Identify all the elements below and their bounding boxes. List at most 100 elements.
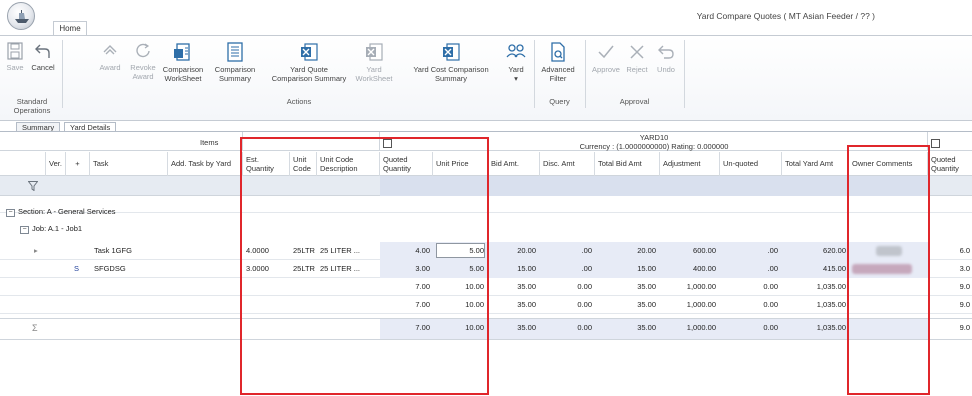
cell-task[interactable]: SFGDSG (94, 260, 168, 278)
subtotal-un-quoted: 0.00 (763, 282, 778, 291)
total-bid-amt: 35.00 (517, 323, 536, 332)
cancel-button[interactable]: Cancel (30, 42, 56, 72)
award-button[interactable]: Award (96, 42, 124, 72)
cell-un-quoted: .00 (767, 246, 778, 255)
group-label-actions: Actions (286, 97, 312, 106)
header-bid-amt[interactable]: Bid Amt. (488, 152, 540, 176)
subtotal-bid-amt: 35.00 (517, 282, 536, 291)
cell-total-yard-amt: 620.00 (823, 246, 846, 255)
highlight-box-quantity-columns (240, 137, 489, 395)
cell-disc-amt[interactable]: .00 (540, 242, 592, 260)
subtotal-un-quoted: 0.00 (763, 300, 778, 309)
comparison-summary-button[interactable]: Comparison Summary (213, 42, 257, 83)
header-total-yard-amt[interactable]: Total Yard Amt (782, 152, 849, 176)
total-adjustment: 1,000.00 (686, 323, 716, 332)
cell-un-quoted: .00 (767, 264, 778, 273)
filter-document-icon (551, 42, 565, 62)
worksheet-icon (174, 43, 190, 61)
cell-next-quoted-quantity: 6.0 (959, 246, 970, 255)
subtotal-adjustment: 1,000.00 (686, 300, 716, 309)
total-next-quoted-quantity: 9.0 (959, 323, 970, 332)
comparison-worksheet-button[interactable]: Comparison WorkSheet (162, 42, 204, 83)
ribbon: Save Cancel Award Revoke Award Comparison… (0, 35, 972, 121)
group-label-standard-operations: Standard Operations (13, 97, 51, 115)
yard-dropdown-button[interactable]: Yard ▾ (502, 42, 530, 83)
yard-quote-comparison-summary-button[interactable]: Yard Quote Comparison Summary (270, 42, 348, 83)
window-title: Yard Compare Quotes ( MT Asian Feeder / … (696, 11, 875, 21)
subtotal-total-bid-amt: 35.00 (637, 300, 656, 309)
job-label: − Job: A.1 - Job1 (20, 224, 82, 234)
section-label: − Section: A - General Services (6, 207, 116, 217)
save-button[interactable]: Save (4, 42, 26, 72)
approve-button[interactable]: Approve (590, 42, 622, 74)
header-plus[interactable]: + (66, 152, 90, 176)
cell-total-yard-amt: 415.00 (823, 264, 846, 273)
filter-icon[interactable] (28, 181, 38, 191)
subtotal-next-quoted-quantity: 9.0 (959, 300, 970, 309)
group-label-approval: Approval (619, 97, 650, 106)
close-icon (630, 45, 644, 59)
cell-adjustment[interactable]: 400.00 (660, 260, 716, 278)
chevron-down-icon: ▾ (514, 74, 518, 83)
next-yard-band (928, 132, 972, 151)
header-add-task-by-yard[interactable]: Add. Task by Yard (168, 152, 243, 176)
collapse-section-icon[interactable]: − (6, 209, 15, 217)
highlight-box-owner-comments (847, 145, 930, 395)
reject-button[interactable]: Reject (623, 42, 651, 74)
row-selector-icon[interactable]: ▸ (34, 242, 46, 260)
subtotal-next-quoted-quantity: 9.0 (959, 282, 970, 291)
subtotal-disc-amt: 0.00 (577, 282, 592, 291)
total-un-quoted: 0.00 (763, 323, 778, 332)
excel-icon (443, 43, 460, 61)
header-task[interactable]: Task (90, 152, 168, 176)
excel-disabled-icon (366, 43, 383, 61)
collapse-job-icon[interactable]: − (20, 226, 29, 234)
items-band: Items (0, 132, 243, 151)
subtotal-bid-amt: 35.00 (517, 300, 536, 309)
undo-button[interactable]: Undo (653, 42, 679, 74)
header-un-quoted[interactable]: Un-quoted (720, 152, 782, 176)
cell-task[interactable]: Task 1GFG (94, 242, 168, 260)
items-band-label: Items (200, 138, 219, 147)
total-total-bid-amt: 35.00 (637, 323, 656, 332)
row-indicator-header (0, 152, 46, 176)
check-icon (598, 45, 614, 59)
undo-arrow-icon (35, 44, 50, 58)
yard-worksheet-button[interactable]: Yard WorkSheet (354, 42, 394, 83)
users-icon (506, 44, 526, 58)
award-icon (103, 45, 117, 55)
cell-adjustment[interactable]: 600.00 (660, 242, 716, 260)
yard-cost-comparison-summary-button[interactable]: Yard Cost Comparison Summary (406, 42, 496, 83)
sum-icon: Σ (32, 323, 38, 333)
tab-home[interactable]: Home (53, 21, 87, 35)
excel-icon (301, 43, 318, 61)
cell-ver (48, 242, 66, 260)
header-quoted-quantity-next[interactable]: Quoted Quantity (928, 152, 972, 176)
cell-ver: S (74, 264, 80, 273)
cell-total-bid-amt: 15.00 (637, 264, 656, 273)
total-total-yard-amt: 1,035.00 (816, 323, 846, 332)
header-adjustment[interactable]: Adjustment (660, 152, 720, 176)
summary-icon (227, 42, 243, 62)
next-yard-select-checkbox[interactable] (931, 139, 940, 148)
header-disc-amt[interactable]: Disc. Amt (540, 152, 595, 176)
total-disc-amt: 0.00 (577, 323, 592, 332)
undo-icon (658, 45, 674, 59)
subtotal-total-yard-amt: 1,035.00 (816, 282, 846, 291)
cell-disc-amt[interactable]: .00 (540, 260, 592, 278)
subtotal-adjustment: 1,000.00 (686, 282, 716, 291)
header-total-bid-amt[interactable]: Total Bid Amt (595, 152, 660, 176)
header-ver[interactable]: Ver. (46, 152, 66, 176)
cell-bid-amt: 15.00 (517, 264, 536, 273)
cell-total-bid-amt: 20.00 (637, 246, 656, 255)
subtotal-disc-amt: 0.00 (577, 300, 592, 309)
subtotal-total-yard-amt: 1,035.00 (816, 300, 846, 309)
revoke-icon (136, 43, 150, 58)
revoke-award-button[interactable]: Revoke Award (128, 42, 158, 81)
subtotal-total-bid-amt: 35.00 (637, 282, 656, 291)
advanced-filter-button[interactable]: Advanced Filter (538, 42, 578, 83)
cell-next-quoted-quantity: 3.0 (959, 264, 970, 273)
save-icon (7, 42, 23, 60)
group-label-query: Query (549, 97, 570, 106)
cell-bid-amt: 20.00 (517, 246, 536, 255)
